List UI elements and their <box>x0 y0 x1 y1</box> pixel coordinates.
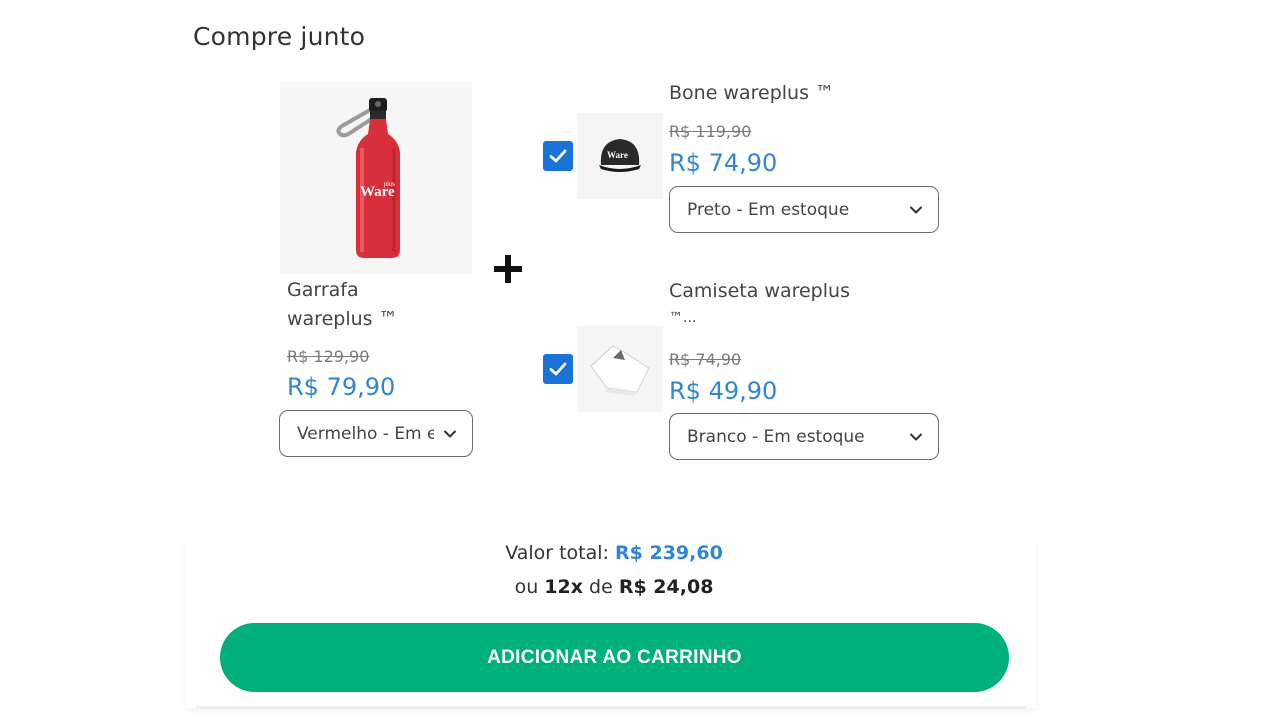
main-product-old-price: R$ 129,90 <box>287 347 370 366</box>
item-checkbox-camiseta[interactable] <box>543 354 573 384</box>
item-old-price-bone: R$ 119,90 <box>669 122 752 141</box>
main-product-variant-value: Vermelho - Em estoque <box>297 423 434 444</box>
checkmark-icon <box>549 149 567 163</box>
main-product-name-line2: wareplus ™ <box>287 308 398 330</box>
item-image-bone[interactable]: Ware <box>577 113 663 199</box>
chevron-down-icon <box>910 433 922 440</box>
chevron-down-icon <box>910 206 922 213</box>
item-name-camiseta-line1: Camiseta wareplus <box>669 280 850 302</box>
total-label: Valor total: <box>505 542 609 564</box>
cap-icon: Ware <box>599 139 641 172</box>
total-line: Valor total: R$ 239,60 <box>0 542 1228 564</box>
section-title: Compre junto <box>193 22 366 51</box>
item-price-bone: R$ 74,90 <box>669 149 778 177</box>
item-checkbox-bone[interactable] <box>543 141 573 171</box>
main-product-image[interactable]: Ware plus <box>280 82 472 274</box>
total-value: R$ 239,60 <box>615 542 723 564</box>
divider <box>196 706 1026 709</box>
checkmark-icon <box>549 362 567 376</box>
plus-icon <box>494 255 522 283</box>
installments-prefix: ou <box>514 576 539 598</box>
item-old-price-camiseta: R$ 74,90 <box>669 350 742 369</box>
main-product-name[interactable]: Garrafa wareplus ™ <box>287 276 457 334</box>
item-variant-value-bone: Preto - Em estoque <box>687 199 850 220</box>
main-product-price: R$ 79,90 <box>287 373 396 401</box>
item-price-camiseta: R$ 49,90 <box>669 377 778 405</box>
main-product-name-line1: Garrafa <box>287 279 359 301</box>
chevron-down-icon <box>444 430 456 437</box>
item-variant-select-bone[interactable]: Preto - Em estoque <box>669 186 939 233</box>
item-variant-value-camiseta: Branco - Em estoque <box>687 426 865 447</box>
installments-line: ou 12x de R$ 24,08 <box>0 576 1228 598</box>
item-name-camiseta[interactable]: Camiseta wareplus ™... <box>669 275 850 329</box>
installments-count: 12x <box>544 576 583 598</box>
add-to-cart-button[interactable]: ADICIONAR AO CARRINHO <box>220 623 1009 692</box>
svg-text:Ware: Ware <box>607 150 628 160</box>
item-name-bone[interactable]: Bone wareplus ™ <box>669 77 834 109</box>
svg-text:plus: plus <box>384 182 395 188</box>
item-image-camiseta[interactable] <box>577 326 663 412</box>
main-product-variant-select[interactable]: Vermelho - Em estoque <box>279 410 473 457</box>
installments-mid: de <box>589 576 613 598</box>
item-name-camiseta-line2: ™... <box>669 310 697 326</box>
item-variant-select-camiseta[interactable]: Branco - Em estoque <box>669 413 939 460</box>
tshirt-icon <box>590 345 650 396</box>
installments-value: R$ 24,08 <box>618 576 714 598</box>
bottle-icon: Ware plus <box>336 98 400 258</box>
